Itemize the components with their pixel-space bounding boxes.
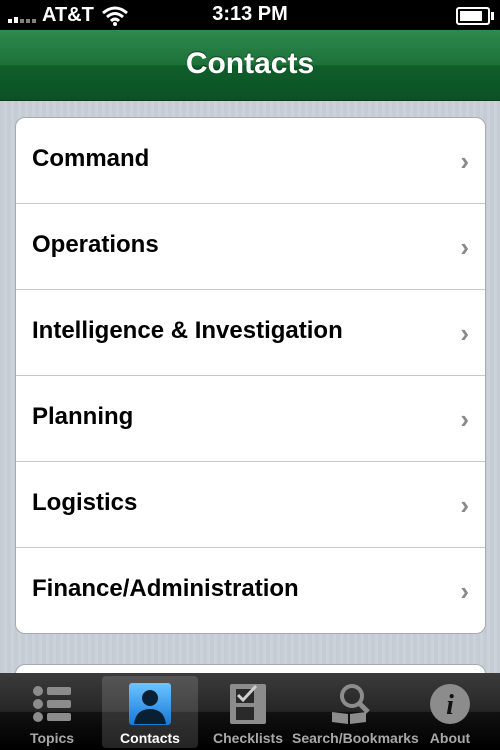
search-book-icon [332, 684, 370, 724]
tab-checklists[interactable]: Checklists [200, 676, 296, 748]
chevron-right-icon: › [460, 404, 469, 434]
list-item-label: Intelligence & Investigation [32, 317, 343, 344]
chevron-right-icon: › [460, 146, 469, 176]
chevron-right-icon: › [460, 318, 469, 348]
list-item-label: Finance/Administration [32, 575, 299, 602]
list-item-command[interactable]: Command › [16, 118, 485, 203]
checklist-icon [230, 684, 266, 724]
list-item-label: Logistics [32, 489, 138, 516]
person-icon [129, 683, 171, 725]
contacts-content[interactable]: Command › Operations › Intelligence & In… [0, 101, 500, 673]
chevron-right-icon: › [460, 490, 469, 520]
list-icon [33, 686, 71, 722]
chevron-right-icon: › [460, 576, 469, 606]
list-item-planning[interactable]: Planning › [16, 375, 485, 461]
contacts-list: Command › Operations › Intelligence & In… [15, 117, 486, 634]
info-icon: i [430, 684, 470, 724]
page-title: Contacts [185, 47, 315, 80]
secondary-list-group [15, 664, 486, 673]
list-item-label: Planning [32, 403, 134, 430]
list-item-logistics[interactable]: Logistics › [16, 461, 485, 547]
status-time: 3:13 PM [212, 3, 288, 25]
list-item-finance[interactable]: Finance/Administration › [16, 547, 485, 633]
status-bar: AT&T 3:13 PM [0, 0, 500, 30]
tab-search-bookmarks[interactable]: Search/Bookmarks [292, 676, 419, 748]
list-item-operations[interactable]: Operations › [16, 203, 485, 289]
tab-about[interactable]: i About [402, 676, 498, 748]
tab-label: Search/Bookmarks [292, 730, 419, 746]
svg-text:i: i [446, 690, 454, 721]
tab-topics[interactable]: Topics [4, 676, 100, 748]
list-item-label: Command [32, 145, 150, 172]
navigation-bar: Contacts [0, 30, 500, 101]
tab-bar: Topics Contacts Checklists Search/Bookma… [0, 673, 500, 750]
tab-contacts[interactable]: Contacts [102, 676, 198, 748]
list-item-label: Operations [32, 231, 159, 258]
chevron-right-icon: › [460, 232, 469, 262]
tab-label: Checklists [212, 730, 284, 746]
tab-label: About [429, 730, 471, 746]
battery-icon [456, 7, 494, 25]
list-item-intelligence[interactable]: Intelligence & Investigation › [16, 289, 485, 375]
